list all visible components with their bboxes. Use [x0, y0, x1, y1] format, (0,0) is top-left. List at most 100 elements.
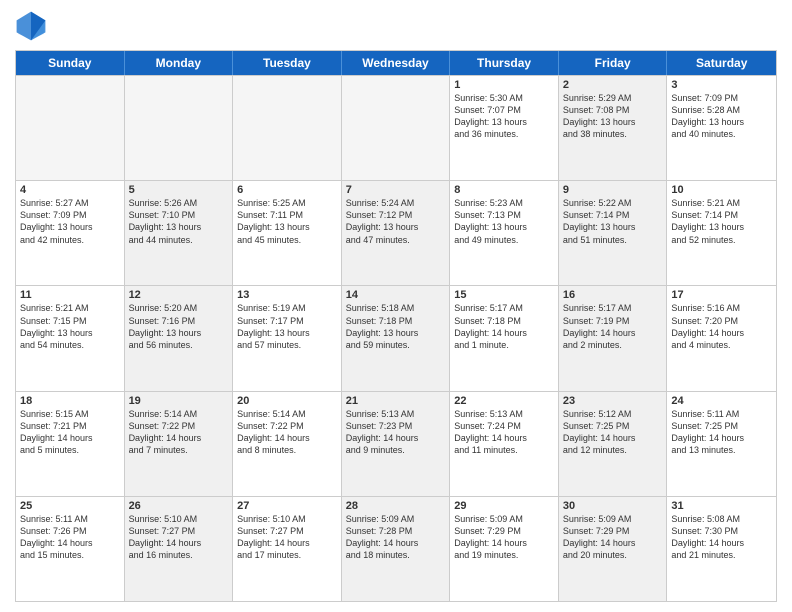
calendar-cell: 21Sunrise: 5:13 AM Sunset: 7:23 PM Dayli…: [342, 392, 451, 496]
day-number: 28: [346, 500, 446, 512]
day-number: 23: [563, 395, 663, 407]
calendar-row: 4Sunrise: 5:27 AM Sunset: 7:09 PM Daylig…: [16, 180, 776, 285]
day-number: 26: [129, 500, 229, 512]
weekday-header: Friday: [559, 51, 668, 75]
cell-info: Sunrise: 5:25 AM Sunset: 7:11 PM Dayligh…: [237, 197, 337, 246]
day-number: 5: [129, 184, 229, 196]
calendar-cell: 23Sunrise: 5:12 AM Sunset: 7:25 PM Dayli…: [559, 392, 668, 496]
cell-info: Sunrise: 5:20 AM Sunset: 7:16 PM Dayligh…: [129, 302, 229, 351]
day-number: 4: [20, 184, 120, 196]
day-number: 14: [346, 289, 446, 301]
day-number: 22: [454, 395, 554, 407]
day-number: 21: [346, 395, 446, 407]
calendar-row: 1Sunrise: 5:30 AM Sunset: 7:07 PM Daylig…: [16, 75, 776, 180]
cell-info: Sunrise: 5:14 AM Sunset: 7:22 PM Dayligh…: [237, 408, 337, 457]
calendar-row: 11Sunrise: 5:21 AM Sunset: 7:15 PM Dayli…: [16, 285, 776, 390]
calendar: SundayMondayTuesdayWednesdayThursdayFrid…: [15, 50, 777, 602]
calendar-cell: 15Sunrise: 5:17 AM Sunset: 7:18 PM Dayli…: [450, 286, 559, 390]
day-number: 11: [20, 289, 120, 301]
day-number: 30: [563, 500, 663, 512]
calendar-cell: 24Sunrise: 5:11 AM Sunset: 7:25 PM Dayli…: [667, 392, 776, 496]
calendar-cell: 10Sunrise: 5:21 AM Sunset: 7:14 PM Dayli…: [667, 181, 776, 285]
calendar-cell: [233, 76, 342, 180]
day-number: 7: [346, 184, 446, 196]
cell-info: Sunrise: 5:22 AM Sunset: 7:14 PM Dayligh…: [563, 197, 663, 246]
weekday-header: Sunday: [16, 51, 125, 75]
calendar-cell: 11Sunrise: 5:21 AM Sunset: 7:15 PM Dayli…: [16, 286, 125, 390]
cell-info: Sunrise: 5:21 AM Sunset: 7:15 PM Dayligh…: [20, 302, 120, 351]
cell-info: Sunrise: 5:12 AM Sunset: 7:25 PM Dayligh…: [563, 408, 663, 457]
calendar-cell: 1Sunrise: 5:30 AM Sunset: 7:07 PM Daylig…: [450, 76, 559, 180]
calendar-cell: 20Sunrise: 5:14 AM Sunset: 7:22 PM Dayli…: [233, 392, 342, 496]
cell-info: Sunrise: 5:08 AM Sunset: 7:30 PM Dayligh…: [671, 513, 772, 562]
calendar-cell: 2Sunrise: 5:29 AM Sunset: 7:08 PM Daylig…: [559, 76, 668, 180]
calendar-cell: 14Sunrise: 5:18 AM Sunset: 7:18 PM Dayli…: [342, 286, 451, 390]
calendar-cell: 13Sunrise: 5:19 AM Sunset: 7:17 PM Dayli…: [233, 286, 342, 390]
cell-info: Sunrise: 5:29 AM Sunset: 7:08 PM Dayligh…: [563, 92, 663, 141]
weekday-header: Tuesday: [233, 51, 342, 75]
calendar-cell: 17Sunrise: 5:16 AM Sunset: 7:20 PM Dayli…: [667, 286, 776, 390]
calendar-cell: 5Sunrise: 5:26 AM Sunset: 7:10 PM Daylig…: [125, 181, 234, 285]
calendar-cell: 7Sunrise: 5:24 AM Sunset: 7:12 PM Daylig…: [342, 181, 451, 285]
cell-info: Sunset: 7:09 PM Sunrise: 5:28 AM Dayligh…: [671, 92, 772, 141]
calendar-cell: 29Sunrise: 5:09 AM Sunset: 7:29 PM Dayli…: [450, 497, 559, 601]
cell-info: Sunrise: 5:16 AM Sunset: 7:20 PM Dayligh…: [671, 302, 772, 351]
cell-info: Sunrise: 5:21 AM Sunset: 7:14 PM Dayligh…: [671, 197, 772, 246]
calendar-cell: 4Sunrise: 5:27 AM Sunset: 7:09 PM Daylig…: [16, 181, 125, 285]
calendar-row: 18Sunrise: 5:15 AM Sunset: 7:21 PM Dayli…: [16, 391, 776, 496]
cell-info: Sunrise: 5:24 AM Sunset: 7:12 PM Dayligh…: [346, 197, 446, 246]
calendar-cell: 8Sunrise: 5:23 AM Sunset: 7:13 PM Daylig…: [450, 181, 559, 285]
cell-info: Sunrise: 5:15 AM Sunset: 7:21 PM Dayligh…: [20, 408, 120, 457]
cell-info: Sunrise: 5:13 AM Sunset: 7:23 PM Dayligh…: [346, 408, 446, 457]
day-number: 20: [237, 395, 337, 407]
calendar-row: 25Sunrise: 5:11 AM Sunset: 7:26 PM Dayli…: [16, 496, 776, 601]
calendar-cell: 6Sunrise: 5:25 AM Sunset: 7:11 PM Daylig…: [233, 181, 342, 285]
day-number: 1: [454, 79, 554, 91]
calendar-body: 1Sunrise: 5:30 AM Sunset: 7:07 PM Daylig…: [16, 75, 776, 601]
day-number: 27: [237, 500, 337, 512]
calendar-cell: 19Sunrise: 5:14 AM Sunset: 7:22 PM Dayli…: [125, 392, 234, 496]
calendar-header: SundayMondayTuesdayWednesdayThursdayFrid…: [16, 51, 776, 75]
cell-info: Sunrise: 5:30 AM Sunset: 7:07 PM Dayligh…: [454, 92, 554, 141]
calendar-cell: 18Sunrise: 5:15 AM Sunset: 7:21 PM Dayli…: [16, 392, 125, 496]
weekday-header: Thursday: [450, 51, 559, 75]
cell-info: Sunrise: 5:09 AM Sunset: 7:29 PM Dayligh…: [454, 513, 554, 562]
cell-info: Sunrise: 5:17 AM Sunset: 7:19 PM Dayligh…: [563, 302, 663, 351]
cell-info: Sunrise: 5:19 AM Sunset: 7:17 PM Dayligh…: [237, 302, 337, 351]
day-number: 13: [237, 289, 337, 301]
day-number: 15: [454, 289, 554, 301]
day-number: 2: [563, 79, 663, 91]
calendar-cell: 12Sunrise: 5:20 AM Sunset: 7:16 PM Dayli…: [125, 286, 234, 390]
cell-info: Sunrise: 5:26 AM Sunset: 7:10 PM Dayligh…: [129, 197, 229, 246]
calendar-cell: 3Sunset: 7:09 PM Sunrise: 5:28 AM Daylig…: [667, 76, 776, 180]
cell-info: Sunrise: 5:11 AM Sunset: 7:26 PM Dayligh…: [20, 513, 120, 562]
cell-info: Sunrise: 5:09 AM Sunset: 7:29 PM Dayligh…: [563, 513, 663, 562]
cell-info: Sunrise: 5:10 AM Sunset: 7:27 PM Dayligh…: [129, 513, 229, 562]
cell-info: Sunrise: 5:10 AM Sunset: 7:27 PM Dayligh…: [237, 513, 337, 562]
weekday-header: Saturday: [667, 51, 776, 75]
calendar-cell: 9Sunrise: 5:22 AM Sunset: 7:14 PM Daylig…: [559, 181, 668, 285]
day-number: 25: [20, 500, 120, 512]
day-number: 16: [563, 289, 663, 301]
header: [15, 10, 777, 42]
logo: [15, 10, 51, 42]
weekday-header: Monday: [125, 51, 234, 75]
day-number: 19: [129, 395, 229, 407]
cell-info: Sunrise: 5:13 AM Sunset: 7:24 PM Dayligh…: [454, 408, 554, 457]
calendar-cell: 28Sunrise: 5:09 AM Sunset: 7:28 PM Dayli…: [342, 497, 451, 601]
day-number: 8: [454, 184, 554, 196]
day-number: 17: [671, 289, 772, 301]
day-number: 18: [20, 395, 120, 407]
calendar-cell: 22Sunrise: 5:13 AM Sunset: 7:24 PM Dayli…: [450, 392, 559, 496]
day-number: 6: [237, 184, 337, 196]
cell-info: Sunrise: 5:11 AM Sunset: 7:25 PM Dayligh…: [671, 408, 772, 457]
day-number: 31: [671, 500, 772, 512]
calendar-cell: 26Sunrise: 5:10 AM Sunset: 7:27 PM Dayli…: [125, 497, 234, 601]
day-number: 3: [671, 79, 772, 91]
cell-info: Sunrise: 5:23 AM Sunset: 7:13 PM Dayligh…: [454, 197, 554, 246]
calendar-cell: 31Sunrise: 5:08 AM Sunset: 7:30 PM Dayli…: [667, 497, 776, 601]
weekday-header: Wednesday: [342, 51, 451, 75]
day-number: 10: [671, 184, 772, 196]
page: SundayMondayTuesdayWednesdayThursdayFrid…: [0, 0, 792, 612]
day-number: 24: [671, 395, 772, 407]
